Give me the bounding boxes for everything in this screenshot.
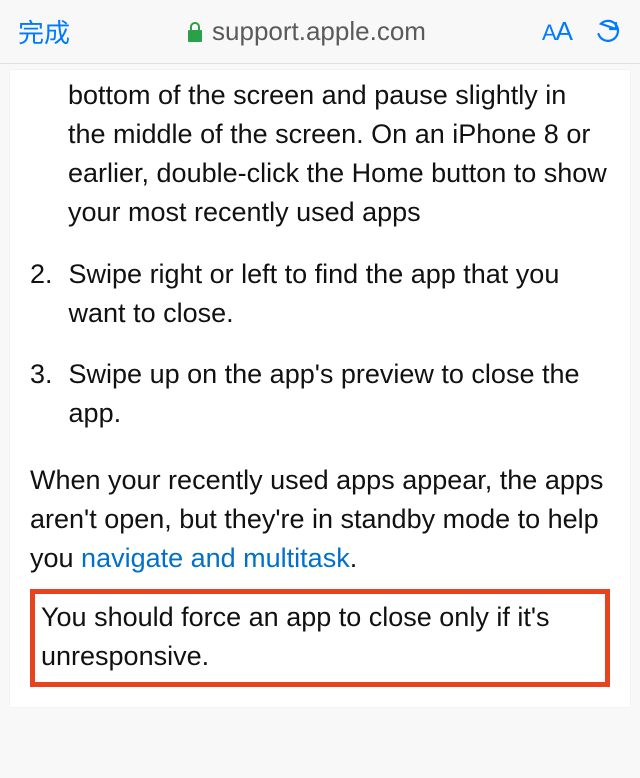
address-bar[interactable]: support.apple.com bbox=[186, 16, 426, 47]
highlighted-callout: You should force an app to close only if… bbox=[30, 589, 610, 687]
step-text: Swipe up on the app's preview to close t… bbox=[69, 355, 610, 433]
step-number bbox=[30, 76, 52, 233]
page-content: bottom of the screen and pause slightly … bbox=[10, 70, 630, 707]
step-1-continued: bottom of the screen and pause slightly … bbox=[30, 76, 610, 233]
navigate-multitask-link[interactable]: navigate and multitask bbox=[81, 543, 350, 573]
step-text: bottom of the screen and pause slightly … bbox=[68, 76, 610, 233]
paragraph-text-2: . bbox=[350, 543, 358, 573]
step-text: Swipe right or left to find the app that… bbox=[69, 255, 610, 333]
step-3: 3. Swipe up on the app's preview to clos… bbox=[30, 355, 610, 433]
browser-toolbar: 完成 support.apple.com AA bbox=[0, 0, 640, 64]
text-size-big-a: A bbox=[556, 16, 572, 46]
lock-icon bbox=[186, 21, 204, 43]
highlighted-text: You should force an app to close only if… bbox=[41, 602, 549, 671]
reload-button[interactable] bbox=[594, 18, 622, 46]
done-button[interactable]: 完成 bbox=[18, 13, 70, 50]
step-2: 2. Swipe right or left to find the app t… bbox=[30, 255, 610, 333]
step-number: 2. bbox=[30, 255, 53, 333]
step-number: 3. bbox=[30, 355, 53, 433]
text-size-button[interactable]: AA bbox=[542, 16, 572, 47]
info-paragraph: When your recently used apps appear, the… bbox=[30, 461, 610, 578]
text-size-small-a: A bbox=[542, 20, 556, 45]
toolbar-right-controls: AA bbox=[542, 16, 622, 47]
url-text: support.apple.com bbox=[212, 16, 426, 47]
